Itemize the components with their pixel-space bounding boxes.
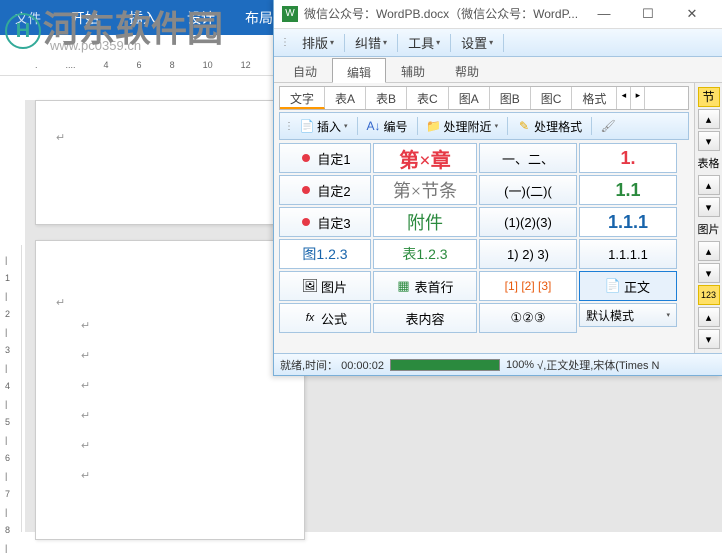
process-format-button[interactable]: ✎ 处理格式 xyxy=(513,116,586,137)
subtab-next[interactable]: ▸ xyxy=(631,87,645,109)
num-up-button[interactable]: ▴ xyxy=(698,307,720,327)
body-text-button[interactable]: 📄正文 xyxy=(579,271,677,301)
sub-toolbar: ⋮ 📄 插入▾ A↓ 编号 📁 处理附近▾ ✎ 处理格式 xyxy=(279,112,689,140)
section-up-button[interactable]: ▴ xyxy=(698,109,720,129)
red-bullet-icon xyxy=(302,154,310,162)
grip-icon[interactable]: ⋮ xyxy=(280,37,290,48)
vertical-ruler[interactable]: | 1 | 2 | 3 | 4 | 5 | 6 | 7 | 8 | xyxy=(0,245,22,532)
table-label: 表格 xyxy=(698,153,720,173)
insert-button[interactable]: 📄 插入▾ xyxy=(296,116,352,137)
table-icon: ▦ xyxy=(396,279,410,293)
ribbon-start[interactable]: 开始 xyxy=(56,0,114,36)
num-down-button[interactable]: ▾ xyxy=(698,329,720,349)
numbering-paren-cn-button[interactable]: (一)(二)( xyxy=(479,175,577,205)
table-up-button[interactable]: ▴ xyxy=(698,175,720,195)
progress-bar xyxy=(390,359,500,371)
table-down-button[interactable]: ▾ xyxy=(698,197,720,217)
custom3-button[interactable]: 自定3 xyxy=(279,207,371,237)
subtab-table-c[interactable]: 表C xyxy=(407,87,449,109)
subtab-format[interactable]: 格式 xyxy=(572,87,617,109)
num-123-button[interactable]: 123 xyxy=(698,285,720,305)
red-bullet-icon xyxy=(302,186,310,194)
subtab-pic-a[interactable]: 图A xyxy=(449,87,490,109)
numbering-halfparen-button[interactable]: 1) 2) 3) xyxy=(479,239,577,269)
plugin-title: 微信公众号：WordPB.docx（微信公众号：WordP... xyxy=(304,5,582,22)
section-down-button[interactable]: ▾ xyxy=(698,131,720,151)
menu-layout[interactable]: 排版 ▾ xyxy=(294,29,342,56)
tab-assist[interactable]: 辅助 xyxy=(386,57,440,82)
table-content-button[interactable]: 表内容 xyxy=(373,303,477,333)
subtab-table-a[interactable]: 表A xyxy=(325,87,366,109)
process-near-button[interactable]: 📁 处理附近▾ xyxy=(423,116,503,137)
table-header-button[interactable]: ▦表首行 xyxy=(373,271,477,301)
formula-button[interactable]: fx公式 xyxy=(279,303,371,333)
plugin-titlebar[interactable]: W 微信公众号：WordPB.docx（微信公众号：WordP... — ☐ ✕ xyxy=(274,0,722,29)
table-ref-button[interactable]: 表1.2.3 xyxy=(373,239,477,269)
numbering-cn-button[interactable]: 一、二、 xyxy=(479,143,577,173)
pic-up-button[interactable]: ▴ xyxy=(698,241,720,261)
numbering-bracket-button[interactable]: [1] [2] [3] xyxy=(479,271,577,301)
close-button[interactable]: ✕ xyxy=(670,0,714,28)
maximize-button[interactable]: ☐ xyxy=(626,0,670,28)
watermark-url: www.pc0359.cn xyxy=(50,38,141,53)
menu-settings[interactable]: 设置 ▾ xyxy=(453,29,501,56)
custom2-button[interactable]: 自定2 xyxy=(279,175,371,205)
subtab-table-b[interactable]: 表B xyxy=(366,87,407,109)
pic-label: 图片 xyxy=(698,219,720,239)
plugin-window: W 微信公众号：WordPB.docx（微信公众号：WordP... — ☐ ✕… xyxy=(273,0,722,376)
plugin-primary-tabs: 自动 编辑 辅助 帮助 xyxy=(274,57,722,83)
subtab-prev[interactable]: ◂ xyxy=(617,87,631,109)
sort-icon: A↓ xyxy=(367,119,381,133)
picture-button[interactable]: 🖼图片 xyxy=(279,271,371,301)
menu-tools[interactable]: 工具 ▾ xyxy=(400,29,448,56)
insert-icon: 📄 xyxy=(300,119,314,133)
subtab-pic-c[interactable]: 图C xyxy=(531,87,573,109)
status-percent: 100% xyxy=(506,359,534,371)
num-1-1-1-1-button[interactable]: 1.1.1.1 xyxy=(579,239,677,269)
number-button[interactable]: A↓ 编号 xyxy=(363,116,412,137)
status-bar: 就绪,时间： 00:00:02 100% √,正文处理,宋体(Times N xyxy=(274,353,722,375)
grip-icon[interactable]: ⋮ xyxy=(284,121,294,132)
page-1[interactable]: ↵ xyxy=(35,100,305,225)
minimize-button[interactable]: — xyxy=(582,0,626,28)
red-bullet-icon xyxy=(302,218,310,226)
menu-correct[interactable]: 纠错 ▾ xyxy=(347,29,395,56)
plugin-secondary-tabs: 文字 表A 表B 表C 图A 图B 图C 格式 ◂ ▸ xyxy=(279,86,689,110)
attachment-button[interactable]: 附件 xyxy=(373,207,477,237)
right-column: 节 ▴ ▾ 表格 ▴ ▾ 图片 ▴ ▾ 123 ▴ ▾ xyxy=(694,83,722,353)
figure-ref-button[interactable]: 图1.2.3 xyxy=(279,239,371,269)
subtab-pic-b[interactable]: 图B xyxy=(490,87,531,109)
pic-down-button[interactable]: ▾ xyxy=(698,263,720,283)
brush-icon: 🖌 xyxy=(601,119,615,133)
tab-help[interactable]: 帮助 xyxy=(440,57,494,82)
ribbon-design[interactable]: 设计 xyxy=(172,0,230,36)
style-grid: 自定1 第×章 一、二、 1. 自定2 第×节条 (一)(二)( 1.1 自定3… xyxy=(279,143,689,333)
custom1-button[interactable]: 自定1 xyxy=(279,143,371,173)
folder-icon: 📁 xyxy=(427,119,441,133)
status-ready: 就绪,时间： 00:00:02 xyxy=(280,357,384,373)
ribbon-file[interactable]: 文件 xyxy=(10,0,56,35)
plugin-app-icon: W xyxy=(282,6,298,22)
ribbon-insert[interactable]: 插入 xyxy=(114,0,172,36)
doc-icon: 📄 xyxy=(606,279,620,293)
tab-auto[interactable]: 自动 xyxy=(278,57,332,82)
num-1-1-button[interactable]: 1.1 xyxy=(579,175,677,205)
tab-edit[interactable]: 编辑 xyxy=(332,58,386,83)
section-button[interactable]: 第×节条 xyxy=(373,175,477,205)
num-1-1-1-button[interactable]: 1.1.1 xyxy=(579,207,677,237)
picture-icon: 🖼 xyxy=(303,279,317,293)
num-1-button[interactable]: 1. xyxy=(579,143,677,173)
fx-icon: fx xyxy=(303,311,317,325)
brush-button[interactable]: 🖌 xyxy=(597,117,619,135)
chapter-button[interactable]: 第×章 xyxy=(373,143,477,173)
section-button[interactable]: 节 xyxy=(698,87,720,107)
numbering-paren-num-button[interactable]: (1)(2)(3) xyxy=(479,207,577,237)
page-2[interactable]: ↵ ↵ ↵ ↵ ↵ ↵ ↵ xyxy=(35,240,305,540)
mode-combo[interactable]: 默认模式▾ xyxy=(579,303,677,327)
numbering-circle-button[interactable]: ①②③ xyxy=(479,303,577,333)
highlighter-icon: ✎ xyxy=(517,119,531,133)
subtab-text[interactable]: 文字 xyxy=(280,87,325,109)
status-info: √,正文处理,宋体(Times N xyxy=(537,357,716,373)
plugin-menubar: ⋮ 排版 ▾ 纠错 ▾ 工具 ▾ 设置 ▾ xyxy=(274,29,722,57)
